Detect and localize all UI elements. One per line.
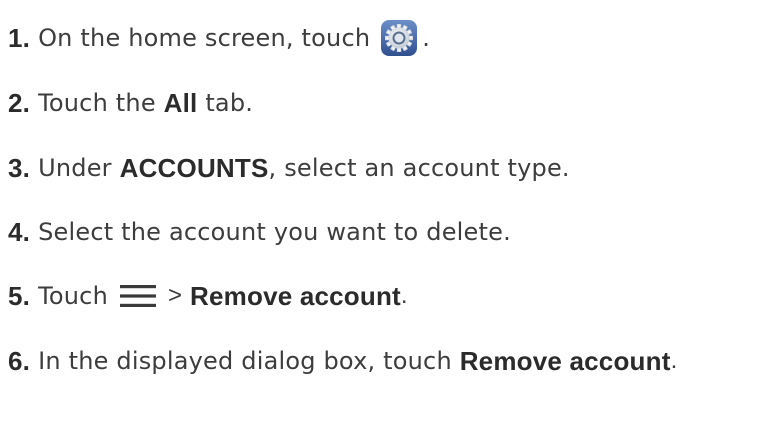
step-text-end: . — [670, 347, 678, 374]
accounts-label: ACCOUNTS — [119, 152, 269, 183]
step-text-end: tab. — [205, 89, 254, 117]
step-text: In the displayed dialog box, touch — [38, 347, 452, 375]
arrow-separator: > — [167, 282, 183, 309]
all-tab-label: All — [163, 87, 198, 118]
step-1: 1. On the home screen, touch . — [8, 18, 430, 58]
settings-gear-icon — [380, 19, 418, 57]
step-number: 2. — [8, 87, 31, 118]
step-3: 3. Under ACCOUNTS, select an account typ… — [8, 148, 570, 188]
step-number: 1. — [8, 22, 31, 53]
step-number: 3. — [8, 152, 31, 183]
remove-account-label: Remove account — [459, 345, 671, 376]
step-number: 4. — [8, 216, 31, 247]
step-text: Touch the — [38, 89, 156, 117]
step-text: On the home screen, touch — [38, 24, 371, 52]
step-number: 5. — [8, 280, 31, 311]
remove-account-label: Remove account — [190, 280, 401, 311]
step-text-end: . — [422, 24, 431, 52]
step-5: 5. Touch > Remove account. — [8, 276, 408, 316]
step-text: Under — [38, 154, 112, 182]
step-text: Touch — [38, 282, 108, 310]
step-text: Select the account you want to delete. — [38, 218, 511, 246]
step-4: 4. Select the account you want to delete… — [8, 212, 511, 252]
menu-icon — [119, 285, 156, 307]
step-2: 2. Touch the All tab. — [8, 83, 253, 123]
step-text-end: , select an account type. — [268, 154, 570, 182]
step-6: 6. In the displayed dialog box, touch Re… — [8, 341, 677, 381]
step-text-end: . — [400, 282, 408, 309]
step-number: 6. — [8, 345, 31, 376]
